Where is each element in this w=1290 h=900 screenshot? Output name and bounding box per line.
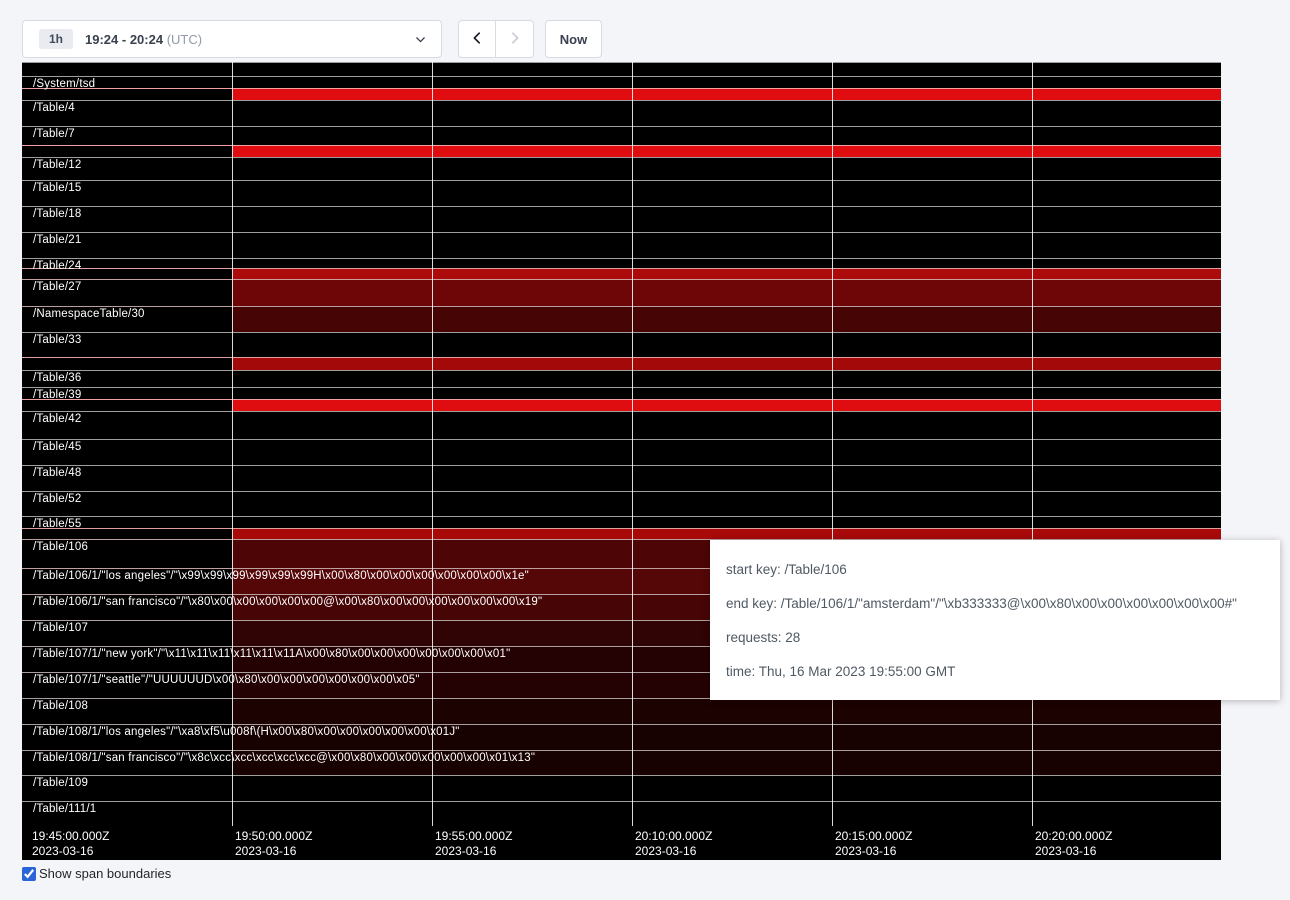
span-key-label: /Table/106 — [33, 541, 88, 553]
heatmap-rows: /System/tsd/Table/4/Table/7/Table/12/Tab… — [22, 62, 1221, 826]
next-time-button[interactable] — [496, 20, 534, 58]
heatmap-band-row[interactable] — [22, 528, 1221, 539]
heatmap-span-row[interactable]: /Table/39 — [22, 387, 1221, 399]
heatmap-span-row[interactable]: /Table/24 — [22, 258, 1221, 268]
span-key-label: /Table/12 — [33, 159, 81, 171]
x-axis-label: 19:50:00.000Z2023-03-16 — [235, 829, 312, 859]
tooltip-end-key: end key: /Table/106/1/"amsterdam"/"\xb33… — [726, 594, 1264, 614]
span-key-label: /Table/108 — [33, 700, 88, 712]
heatmap-span-row[interactable]: /Table/36 — [22, 370, 1221, 387]
heatmap-span-row[interactable]: /Table/33 — [22, 332, 1221, 357]
heatmap-band-row[interactable] — [22, 88, 1221, 100]
span-key-label: /Table/33 — [33, 334, 81, 346]
time-nav-buttons — [458, 20, 534, 58]
heatmap-span-row[interactable]: /Table/4 — [22, 100, 1221, 126]
prev-time-button[interactable] — [458, 20, 496, 58]
chevron-down-icon — [414, 33, 427, 46]
span-key-label: /Table/106/1/"san francisco"/"\x80\x00\x… — [33, 596, 542, 608]
heatmap-span-row[interactable]: /NamespaceTable/30 — [22, 306, 1221, 332]
x-axis-label: 20:20:00.000Z2023-03-16 — [1035, 829, 1112, 859]
heatmap-x-axis: 19:45:00.000Z2023-03-16 19:50:00.000Z2023… — [22, 826, 1221, 860]
span-key-label: /Table/48 — [33, 467, 81, 479]
heatmap-span-row[interactable]: /Table/108 — [22, 698, 1221, 724]
toolbar: 1h 19:24 - 20:24 (UTC) Now — [22, 20, 602, 58]
show-span-boundaries-label: Show span boundaries — [39, 866, 171, 881]
span-key-label: /Table/21 — [33, 234, 81, 246]
span-key-label: /NamespaceTable/30 — [33, 308, 145, 320]
span-tooltip: start key: /Table/106 end key: /Table/10… — [710, 540, 1280, 700]
time-gridline — [632, 62, 633, 860]
time-range-text: 19:24 - 20:24 (UTC) — [85, 32, 202, 47]
heatmap-empty-bucket — [22, 89, 232, 100]
time-gridline — [832, 62, 833, 860]
span-key-label: /Table/107 — [33, 622, 88, 634]
chevron-right-icon — [508, 31, 522, 48]
span-key-label: /Table/42 — [33, 413, 81, 425]
show-span-boundaries-checkbox[interactable] — [22, 867, 36, 881]
heatmap-span-row[interactable]: /Table/48 — [22, 465, 1221, 491]
span-key-label: /Table/7 — [33, 128, 75, 140]
span-key-label: /Table/4 — [33, 102, 75, 114]
span-key-label: /Table/15 — [33, 182, 81, 194]
span-key-label: /Table/24 — [33, 260, 81, 272]
heatmap-span-row[interactable]: /Table/108/1/"san francisco"/"\x8c\xcc\x… — [22, 750, 1221, 775]
heatmap-span-row[interactable]: /Table/42 — [22, 411, 1221, 439]
key-visualizer-canvas[interactable]: /System/tsd/Table/4/Table/7/Table/12/Tab… — [22, 62, 1221, 860]
heatmap-span-row[interactable]: /Table/45 — [22, 439, 1221, 465]
span-key-label: /Table/109 — [33, 777, 88, 789]
heatmap-span-row[interactable]: /Table/21 — [22, 232, 1221, 258]
span-key-label: /Table/107/1/"new york"/"\x11\x11\x11\x1… — [33, 648, 510, 660]
heatmap-band-row[interactable] — [22, 268, 1221, 279]
span-key-label: /Table/52 — [33, 493, 81, 505]
heatmap-empty-bucket — [22, 358, 232, 370]
heatmap-span-row[interactable]: /Table/111/1 — [22, 801, 1221, 826]
heatmap-band-row[interactable] — [22, 399, 1221, 411]
span-key-label: /Table/107/1/"seattle"/"UUUUUUD\x00\x80\… — [33, 674, 420, 686]
time-range-badge: 1h — [39, 29, 73, 49]
chevron-left-icon — [470, 31, 484, 48]
span-key-label: /System/tsd — [33, 78, 95, 90]
x-axis-label: 19:55:00.000Z2023-03-16 — [435, 829, 512, 859]
heatmap-span-row[interactable]: /Table/18 — [22, 206, 1221, 232]
heatmap-span-row[interactable]: /Table/7 — [22, 126, 1221, 145]
x-axis-label: 20:10:00.000Z2023-03-16 — [635, 829, 712, 859]
span-key-label: /Table/108/1/"san francisco"/"\x8c\xcc\x… — [33, 752, 535, 764]
show-span-boundaries-control[interactable]: Show span boundaries — [22, 866, 171, 881]
span-key-label: /Table/106/1/"los angeles"/"\x99\x99\x99… — [33, 570, 529, 582]
heatmap-empty-bucket — [22, 529, 232, 539]
span-key-label: /Table/111/1 — [33, 803, 96, 815]
x-axis-label: 20:15:00.000Z2023-03-16 — [835, 829, 912, 859]
span-key-label: /Table/108/1/"los angeles"/"\xa8\xf5\u00… — [33, 726, 460, 738]
heatmap-span-row[interactable]: /Table/108/1/"los angeles"/"\xa8\xf5\u00… — [22, 724, 1221, 750]
span-key-label: /Table/39 — [33, 389, 81, 401]
heatmap-span-row[interactable]: /Table/55 — [22, 516, 1221, 528]
time-gridline — [1032, 62, 1033, 860]
span-key-label: /Table/55 — [33, 518, 81, 530]
span-key-label: /Table/18 — [33, 208, 81, 220]
time-gridline — [232, 62, 233, 860]
heatmap-span-row[interactable]: /System/tsd — [22, 76, 1221, 88]
heatmap-span-row[interactable]: /Table/27 — [22, 279, 1221, 306]
time-gridline — [432, 62, 433, 860]
heatmap-band-row[interactable] — [22, 357, 1221, 370]
heatmap-span-row[interactable]: /Table/52 — [22, 491, 1221, 516]
time-range-selector[interactable]: 1h 19:24 - 20:24 (UTC) — [22, 20, 442, 58]
heatmap-band-row[interactable] — [22, 145, 1221, 157]
heatmap-empty-bucket — [22, 146, 232, 157]
span-key-label: /Table/27 — [33, 281, 81, 293]
x-axis-label: 19:45:00.000Z2023-03-16 — [32, 829, 109, 859]
heatmap-span-row[interactable]: /Table/15 — [22, 180, 1221, 206]
heatmap-band-row[interactable] — [22, 62, 1221, 76]
tooltip-requests: requests: 28 — [726, 628, 1264, 648]
tooltip-time: time: Thu, 16 Mar 2023 19:55:00 GMT — [726, 662, 1264, 682]
span-key-label: /Table/36 — [33, 372, 81, 384]
tooltip-start-key: start key: /Table/106 — [726, 560, 1264, 580]
heatmap-span-row[interactable]: /Table/109 — [22, 775, 1221, 801]
heatmap-span-row[interactable]: /Table/12 — [22, 157, 1221, 180]
span-key-label: /Table/45 — [33, 441, 81, 453]
now-button[interactable]: Now — [545, 20, 602, 58]
heatmap-empty-bucket — [22, 400, 232, 411]
